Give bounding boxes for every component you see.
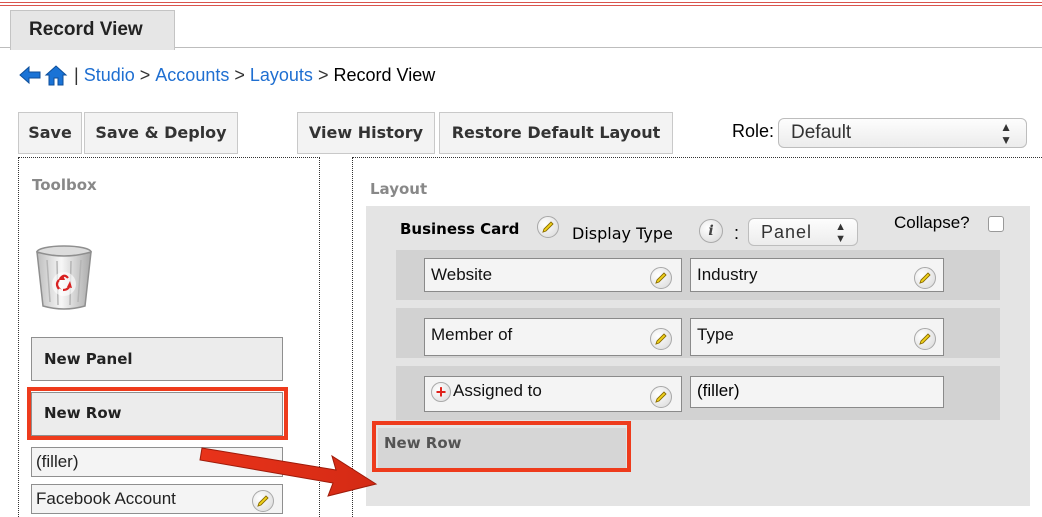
panel-name: Business Card (400, 220, 520, 238)
edit-pencil-icon[interactable] (650, 328, 672, 350)
field-label: Type (697, 325, 734, 344)
display-type-label: Display Type (572, 224, 673, 243)
role-select[interactable]: Default ▲ ▼ (778, 118, 1027, 148)
breadcrumb-arrow: > (317, 65, 329, 85)
breadcrumb-accounts-link[interactable]: Accounts (155, 62, 229, 88)
toolbox-facebook-account-label: Facebook Account (36, 489, 176, 508)
required-plus-icon: + (431, 381, 451, 402)
highlight-new-row-target (372, 421, 631, 472)
role-label: Role: (732, 121, 775, 141)
layout-title: Layout (370, 180, 428, 198)
display-type-colon: : (734, 223, 740, 243)
field-label: (filler) (697, 381, 740, 400)
top-accent-line-2 (0, 5, 1042, 6)
breadcrumb-arrow: > (234, 65, 245, 85)
toolbox-new-panel[interactable]: New Panel (31, 337, 283, 381)
field-label: Member of (431, 325, 513, 344)
field-label: Website (431, 265, 493, 284)
breadcrumb-current: Record View (333, 65, 436, 85)
tab-record-view[interactable]: Record View (10, 10, 175, 50)
breadcrumb-arrow: > (139, 65, 151, 85)
toolbox-title: Toolbox (32, 176, 97, 194)
field-label: Industry (697, 265, 758, 284)
restore-default-layout-button[interactable]: Restore Default Layout (439, 112, 673, 154)
home-icon[interactable] (44, 64, 68, 86)
edit-pencil-icon[interactable] (914, 267, 936, 289)
field-label: Assigned to (453, 381, 542, 400)
trash-icon[interactable] (32, 244, 96, 312)
drag-arrow-icon (199, 447, 378, 497)
edit-panel-name-icon[interactable] (537, 216, 559, 238)
display-type-select[interactable]: Panel ▲ ▼ (748, 218, 858, 246)
field-assigned-to[interactable]: + Assigned to (424, 376, 682, 412)
field-industry[interactable]: Industry (690, 258, 944, 292)
save-deploy-button[interactable]: Save & Deploy (84, 112, 238, 154)
breadcrumb-separator: | (74, 65, 79, 85)
edit-pencil-icon[interactable] (650, 386, 672, 408)
field-filler[interactable]: (filler) (690, 376, 944, 408)
collapse-label: Collapse? (894, 213, 970, 232)
view-history-button[interactable]: View History (297, 112, 435, 154)
role-select-value: Default (791, 122, 852, 143)
back-arrow-icon[interactable] (18, 65, 42, 85)
collapse-checkbox[interactable] (988, 216, 1004, 232)
info-icon[interactable]: i (699, 219, 723, 243)
select-arrows-icon: ▲ ▼ (835, 221, 847, 245)
select-arrows-icon: ▲ ▼ (1000, 120, 1012, 147)
field-website[interactable]: Website (424, 258, 682, 292)
breadcrumb-layouts-link[interactable]: Layouts (250, 62, 313, 88)
top-accent-line (0, 2, 1042, 3)
breadcrumb-studio-link[interactable]: Studio (84, 62, 135, 88)
field-type[interactable]: Type (690, 318, 944, 356)
edit-pencil-icon[interactable] (650, 267, 672, 289)
save-button[interactable]: Save (18, 112, 82, 154)
edit-pencil-icon[interactable] (914, 328, 936, 350)
display-type-value: Panel (761, 222, 813, 242)
breadcrumb: | Studio > Accounts > Layouts > Record V… (18, 62, 435, 88)
field-member-of[interactable]: Member of (424, 318, 682, 356)
